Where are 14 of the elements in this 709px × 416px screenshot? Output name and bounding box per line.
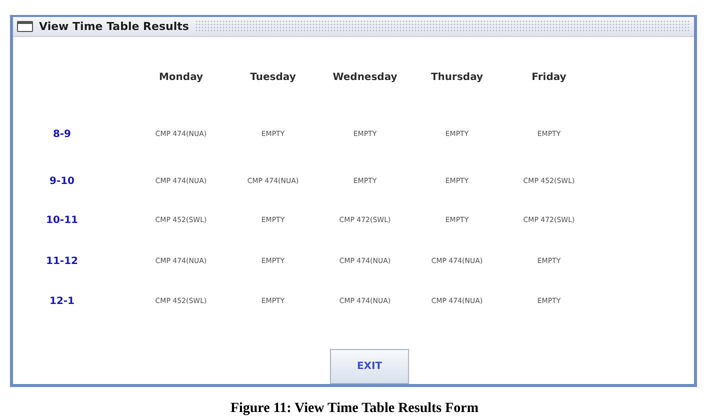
- day-header: Wednesday: [332, 70, 398, 84]
- day-header: Monday: [158, 70, 204, 84]
- time-slot-label: 8-9: [52, 128, 72, 142]
- time-slot-label: 9-10: [48, 174, 76, 188]
- time-slot-label: 11-12: [45, 254, 79, 268]
- time-slot-label: 12-1: [48, 294, 76, 308]
- exit-button[interactable]: EXIT: [330, 349, 409, 384]
- window-icon: [17, 21, 33, 32]
- day-header: Tuesday: [249, 70, 297, 84]
- time-slot-label: 10-11: [45, 214, 79, 228]
- day-header: Friday: [530, 70, 568, 84]
- window-title: View Time Table Results: [39, 20, 189, 33]
- day-header: Thursday: [430, 70, 484, 84]
- figure-caption: Figure 11: View Time Table Results Form: [230, 401, 479, 416]
